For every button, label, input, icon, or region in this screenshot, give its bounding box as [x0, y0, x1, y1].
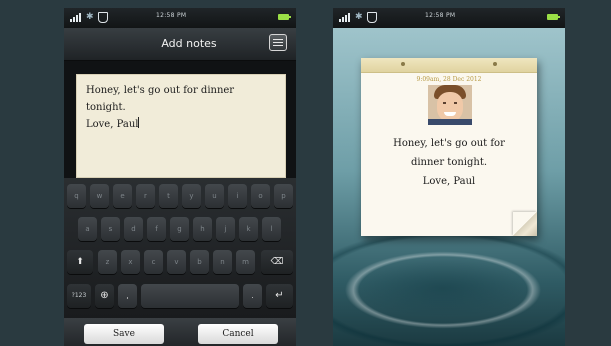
- note-message-line-2: dinner tonight.: [410, 157, 488, 168]
- key-x[interactable]: x: [121, 250, 140, 274]
- period-key[interactable]: .: [243, 284, 262, 308]
- bluetooth-icon: ✱: [355, 12, 363, 22]
- keyboard-row-4: ?123 ⊕ , . ↵: [64, 284, 296, 308]
- key-h[interactable]: h: [193, 217, 212, 241]
- keyboard-row-1: q w e r t y u i o p: [64, 184, 296, 208]
- text-cursor: [138, 117, 140, 128]
- avatar: [428, 85, 472, 125]
- key-r[interactable]: r: [136, 184, 155, 208]
- numbers-key[interactable]: ?123: [67, 284, 91, 308]
- key-u[interactable]: u: [205, 184, 224, 208]
- signal-icon: [70, 13, 81, 22]
- globe-icon[interactable]: ⊕: [95, 284, 114, 308]
- action-bar: Save Cancel: [64, 318, 296, 346]
- keyboard-row-2: a s d f g h j k l: [64, 217, 296, 241]
- enter-key-icon[interactable]: ↵: [266, 284, 293, 308]
- comma-key[interactable]: ,: [118, 284, 137, 308]
- note-preview-screen: ✱ 12:58 PM 9:09am, 28 Dec 2012 Honey, le…: [333, 8, 565, 346]
- shield-icon: [367, 12, 377, 23]
- battery-icon: [547, 14, 560, 20]
- note-message-line-1: Honey, let's go out for: [393, 138, 505, 149]
- page-curl-icon: [513, 212, 537, 236]
- note-text-field[interactable]: Honey, let's go out for dinner tonight. …: [76, 74, 286, 178]
- add-notes-screen: ✱ 12:58 PM Add notes Honey, let's go out…: [64, 8, 296, 346]
- key-z[interactable]: z: [98, 250, 117, 274]
- key-w[interactable]: w: [90, 184, 109, 208]
- note-message: Honey, let's go out for dinner tonight. …: [361, 134, 537, 191]
- note-line-1: Honey, let's go out for dinner: [86, 85, 235, 96]
- space-key[interactable]: [141, 284, 239, 308]
- key-a[interactable]: a: [78, 217, 97, 241]
- bluetooth-icon: ✱: [86, 12, 94, 22]
- battery-icon: [278, 14, 291, 20]
- key-o[interactable]: o: [251, 184, 270, 208]
- shift-key-icon[interactable]: ⬆: [67, 250, 93, 274]
- menu-icon[interactable]: [269, 34, 287, 51]
- key-p[interactable]: p: [274, 184, 293, 208]
- key-v[interactable]: v: [167, 250, 186, 274]
- key-e[interactable]: e: [113, 184, 132, 208]
- backspace-key-icon[interactable]: ⌫: [261, 250, 293, 274]
- status-bar: ✱ 12:58 PM: [64, 8, 296, 28]
- key-m[interactable]: m: [236, 250, 255, 274]
- note-message-line-3: Love, Paul: [422, 176, 476, 187]
- key-b[interactable]: b: [190, 250, 209, 274]
- sticky-note-widget[interactable]: 9:09am, 28 Dec 2012 Honey, let's go out …: [361, 58, 537, 236]
- shield-icon: [98, 12, 108, 23]
- key-n[interactable]: n: [213, 250, 232, 274]
- keyboard-row-3: ⬆ z x c v b n m ⌫: [64, 250, 296, 274]
- water-ripple-wallpaper: 9:09am, 28 Dec 2012 Honey, let's go out …: [333, 28, 565, 346]
- note-datetime: 9:09am, 28 Dec 2012: [416, 76, 482, 83]
- status-time: 12:58 PM: [425, 12, 456, 19]
- key-l[interactable]: l: [262, 217, 281, 241]
- key-s[interactable]: s: [101, 217, 120, 241]
- key-k[interactable]: k: [239, 217, 258, 241]
- key-i[interactable]: i: [228, 184, 247, 208]
- status-bar: ✱ 12:58 PM: [333, 8, 565, 28]
- cancel-button[interactable]: Cancel: [198, 324, 278, 344]
- status-time: 12:58 PM: [156, 12, 187, 19]
- on-screen-keyboard: q w e r t y u i o p a s d f g h j k l ⬆ …: [64, 178, 296, 318]
- key-y[interactable]: y: [182, 184, 201, 208]
- header-bar: Add notes: [64, 28, 296, 61]
- key-g[interactable]: g: [170, 217, 189, 241]
- note-line-3: Love, Paul: [86, 119, 139, 130]
- note-line-2: tonight.: [86, 102, 126, 113]
- save-button[interactable]: Save: [84, 324, 164, 344]
- key-t[interactable]: t: [159, 184, 178, 208]
- key-j[interactable]: j: [216, 217, 235, 241]
- key-c[interactable]: c: [144, 250, 163, 274]
- key-d[interactable]: d: [124, 217, 143, 241]
- sticky-note-header: [361, 58, 537, 73]
- key-q[interactable]: q: [67, 184, 86, 208]
- page-title: Add notes: [161, 37, 217, 50]
- signal-icon: [339, 13, 350, 22]
- key-f[interactable]: f: [147, 217, 166, 241]
